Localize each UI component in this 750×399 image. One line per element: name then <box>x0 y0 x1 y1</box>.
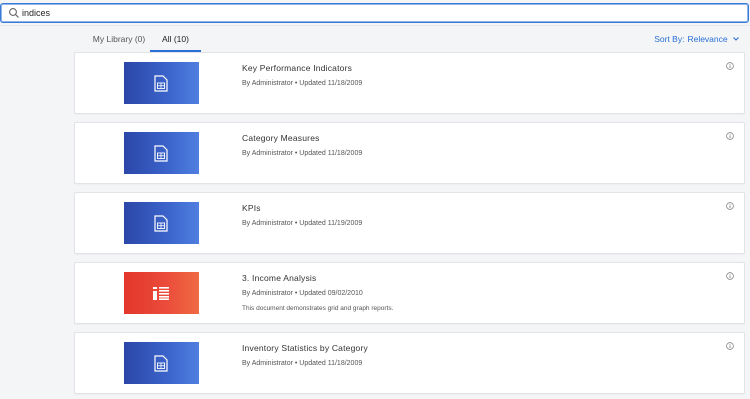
sort-value: Relevance <box>687 34 728 44</box>
document-icon <box>154 145 168 162</box>
report-icon <box>153 287 169 300</box>
result-meta: By Administrator • Updated 11/18/2009 <box>242 360 363 367</box>
tab-all[interactable]: All (10) <box>150 28 201 52</box>
result-title[interactable]: KPIs <box>242 203 261 213</box>
info-icon[interactable] <box>726 342 734 350</box>
info-icon[interactable] <box>726 132 734 140</box>
result-title[interactable]: Key Performance Indicators <box>242 63 352 73</box>
result-card[interactable]: Category Measures By Administrator • Upd… <box>74 122 745 184</box>
result-title[interactable]: Category Measures <box>242 133 320 143</box>
result-card[interactable]: KPIs By Administrator • Updated 11/19/20… <box>74 192 745 254</box>
result-meta: By Administrator • Updated 09/02/2010 <box>242 290 363 297</box>
search-bar[interactable] <box>0 3 749 23</box>
result-card[interactable]: Key Performance Indicators By Administra… <box>74 52 745 114</box>
info-icon[interactable] <box>726 272 734 280</box>
report-thumbnail[interactable] <box>124 272 199 314</box>
sort-label: Sort By: <box>654 34 685 44</box>
topbar-divider <box>0 25 750 26</box>
document-thumbnail[interactable] <box>124 132 199 174</box>
document-icon <box>154 215 168 232</box>
document-thumbnail[interactable] <box>124 62 199 104</box>
chevron-down-icon <box>733 37 739 41</box>
search-icon <box>9 8 19 18</box>
result-meta: By Administrator • Updated 11/18/2009 <box>242 80 363 87</box>
document-icon <box>154 355 168 372</box>
info-icon[interactable] <box>726 62 734 70</box>
result-card[interactable]: 3. Income Analysis By Administrator • Up… <box>74 262 745 324</box>
document-icon <box>154 75 168 92</box>
result-title[interactable]: Inventory Statistics by Category <box>242 343 368 353</box>
sort-dropdown[interactable]: Sort By: Relevance <box>654 34 740 44</box>
result-description: This document demonstrates grid and grap… <box>242 305 394 312</box>
result-meta: By Administrator • Updated 11/19/2009 <box>242 220 363 227</box>
result-meta: By Administrator • Updated 11/18/2009 <box>242 150 363 157</box>
search-input[interactable] <box>22 5 722 21</box>
info-icon[interactable] <box>726 202 734 210</box>
result-title[interactable]: 3. Income Analysis <box>242 273 316 283</box>
result-card[interactable]: Inventory Statistics by Category By Admi… <box>74 332 745 394</box>
document-thumbnail[interactable] <box>124 342 199 384</box>
tab-my-library[interactable]: My Library (0) <box>87 28 151 50</box>
document-thumbnail[interactable] <box>124 202 199 244</box>
